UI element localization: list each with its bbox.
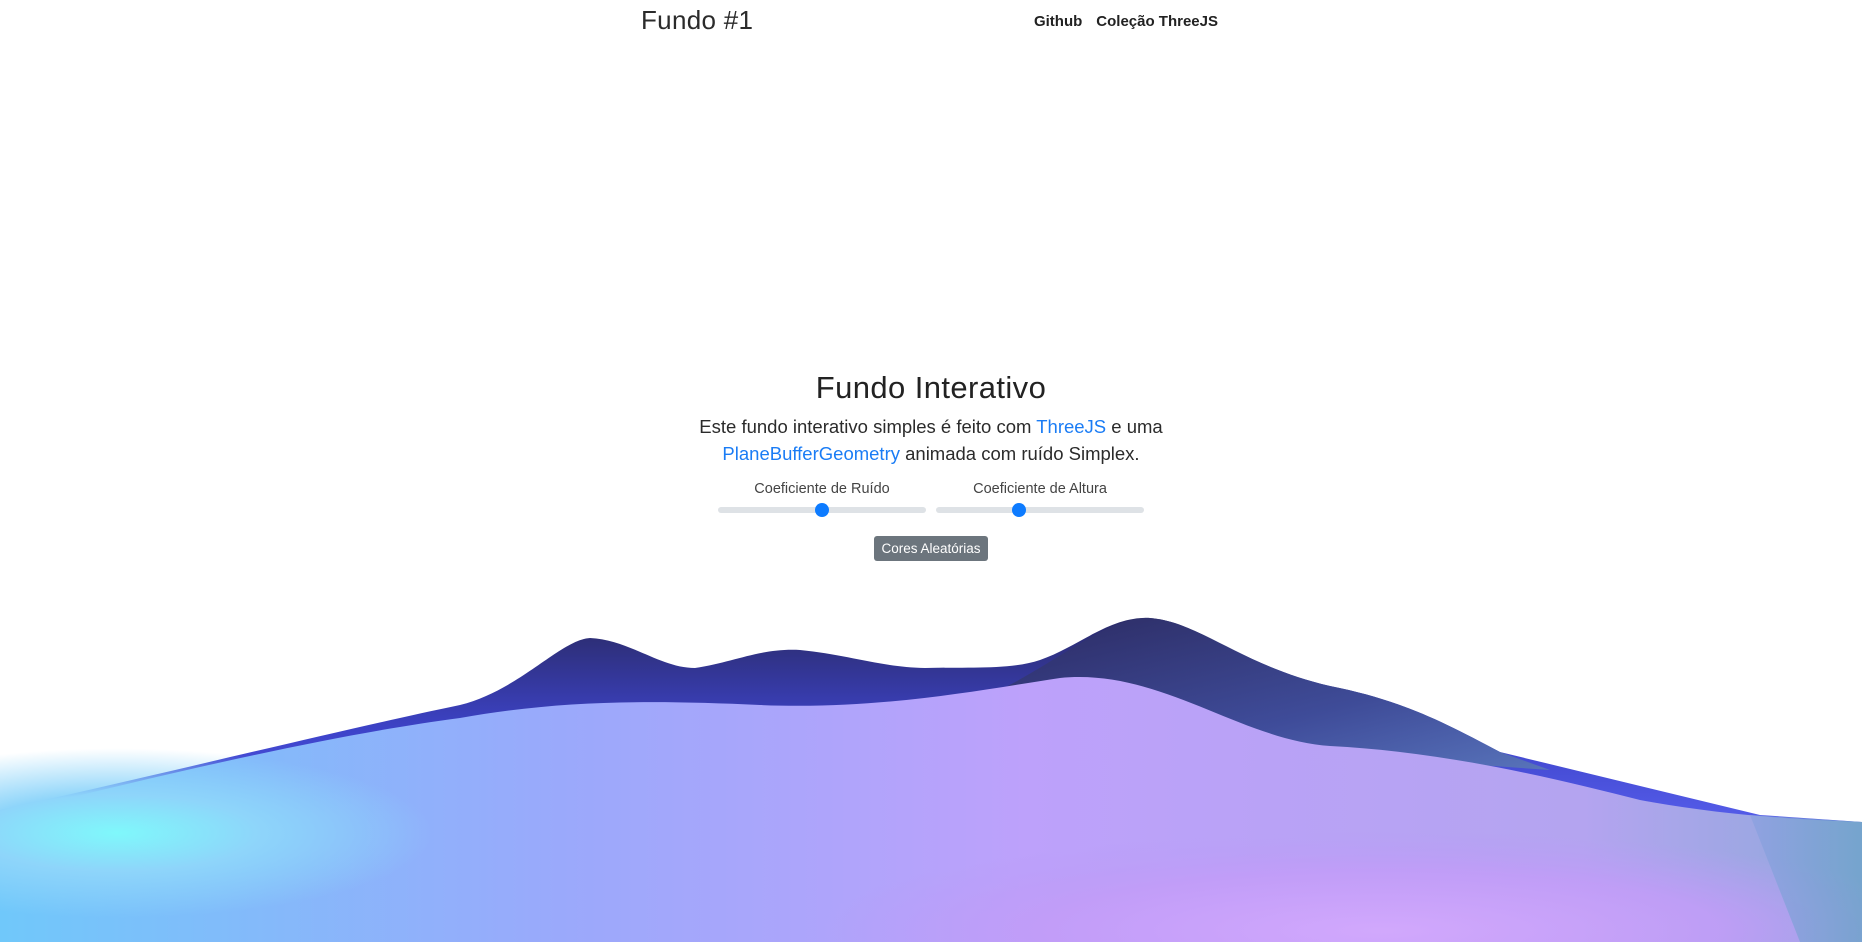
nav-link-github[interactable]: Github xyxy=(1034,13,1082,30)
hero-content: Fundo Interativo Este fundo interativo s… xyxy=(0,370,1862,561)
plane-buffer-geometry-link[interactable]: PlaneBufferGeometry xyxy=(722,443,900,464)
description-text-2: e uma xyxy=(1106,416,1163,437)
brand-link[interactable]: Fundo #1 xyxy=(641,5,753,36)
noise-coefficient-thumb[interactable] xyxy=(815,503,829,517)
nav-link-threejs-collection[interactable]: Coleção ThreeJS xyxy=(1096,13,1218,30)
description: Este fundo interativo simples é feito co… xyxy=(661,413,1201,467)
noise-coefficient-control: Coeficiente de Ruído xyxy=(718,481,926,517)
random-colors-button[interactable]: Cores Aleatórias xyxy=(874,536,988,561)
height-coefficient-control: Coeficiente de Altura xyxy=(936,481,1144,517)
description-text-1: Este fundo interativo simples é feito co… xyxy=(699,416,1037,437)
nav-links: Github Coleção ThreeJS xyxy=(1034,13,1218,30)
top-navbar: Fundo #1 Github Coleção ThreeJS xyxy=(0,0,1862,48)
page-title: Fundo Interativo xyxy=(815,370,1047,405)
noise-coefficient-slider[interactable] xyxy=(718,503,926,517)
height-coefficient-label: Coeficiente de Altura xyxy=(973,481,1107,497)
height-coefficient-slider[interactable] xyxy=(936,503,1144,517)
page: Fundo #1 Github Coleção ThreeJS Fundo In… xyxy=(0,0,1862,942)
slider-controls: Coeficiente de Ruído Coeficiente de Altu… xyxy=(0,481,1862,517)
description-text-3: animada com ruído Simplex. xyxy=(899,443,1140,464)
threejs-link[interactable]: ThreeJS xyxy=(1036,416,1106,437)
height-coefficient-thumb[interactable] xyxy=(1012,503,1027,517)
noise-coefficient-label: Coeficiente de Ruído xyxy=(754,481,890,497)
